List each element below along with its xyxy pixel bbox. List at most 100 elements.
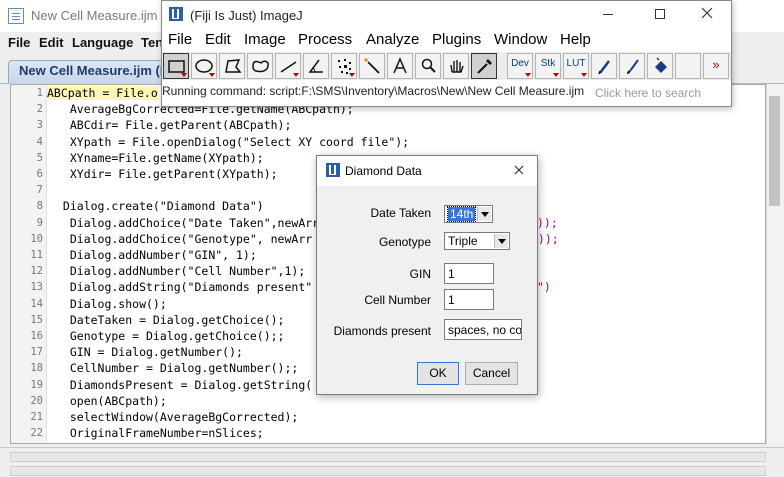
pencil-tool[interactable]	[591, 53, 617, 79]
chevron-down-icon	[477, 207, 491, 221]
code-line: CellNumber = Dialog.getNumber();;	[56, 361, 299, 376]
date-taken-value: 14th	[446, 206, 477, 222]
dev-menu-tool[interactable]: Dev	[507, 53, 533, 79]
line-number: 14	[30, 297, 43, 310]
flood-fill-tool[interactable]	[647, 53, 673, 79]
line-number: 3	[36, 119, 43, 132]
line-number: 8	[36, 200, 43, 213]
search-hint[interactable]: Click here to search	[595, 86, 701, 100]
menu-image[interactable]: Image	[244, 31, 286, 48]
oval-tool[interactable]	[191, 53, 217, 79]
menu-file[interactable]: File	[168, 31, 192, 48]
point-tool[interactable]	[331, 53, 357, 79]
code-line-tail: ")	[537, 280, 551, 295]
line-number: 11	[30, 249, 43, 261]
editor-menu-templates[interactable]: Ten	[141, 35, 163, 50]
rectangle-tool[interactable]	[163, 53, 189, 79]
cell-number-field[interactable]: 1	[444, 289, 494, 310]
horizontal-scrollbar[interactable]	[10, 452, 766, 462]
editor-menu-file[interactable]: File	[8, 35, 30, 50]
output-horizontal-scrollbar[interactable]	[10, 466, 766, 476]
dev-label: Dev	[511, 58, 529, 69]
date-taken-select[interactable]: 14th	[444, 205, 493, 223]
angle-tool[interactable]	[303, 53, 329, 79]
hand-icon	[450, 60, 464, 73]
ok-button[interactable]: OK	[417, 362, 459, 385]
line-number: 18	[30, 362, 43, 375]
polygon-icon	[225, 59, 242, 73]
code-line: Dialog.create("Diamond Data")	[56, 199, 264, 214]
color-picker-tool[interactable]	[471, 53, 497, 79]
code-line: XYname=File.getName(XYpath);	[56, 150, 264, 165]
line-number: 4	[36, 135, 43, 148]
code-line: Dialog.addNumber("GIN", 1);	[56, 248, 257, 262]
menu-edit[interactable]: Edit	[205, 31, 231, 48]
line-number: 21	[30, 411, 43, 423]
magnifier-tool[interactable]	[415, 53, 441, 79]
code-line: ABCdir= File.getParent(ABCpath);	[56, 118, 292, 133]
gin-field[interactable]: 1	[444, 263, 494, 284]
editor-menu-edit[interactable]: Edit	[39, 35, 64, 50]
diamonds-present-field[interactable]: spaces, no co	[444, 319, 522, 340]
code-line: selectWindow(AverageBgCorrected);	[56, 410, 299, 424]
dialog-title: Diamond Data	[345, 164, 422, 178]
menu-window[interactable]: Window	[494, 31, 547, 48]
code-line: OriginalFrameNumber=nSlices;	[56, 426, 264, 441]
magnifier-icon	[421, 58, 436, 73]
code-line: XYpath = File.openDialog("Select XY coor…	[56, 134, 410, 149]
line-number: 20	[30, 394, 43, 407]
more-tools-icon: »	[712, 57, 720, 72]
wand-tool[interactable]	[359, 53, 385, 79]
genotype-value: Triple	[448, 234, 478, 248]
menu-process[interactable]: Process	[298, 31, 352, 48]
editor-menu-language[interactable]: Language	[72, 35, 133, 50]
line-number: 12	[30, 265, 43, 278]
text-icon	[393, 57, 407, 74]
menu-help[interactable]: Help	[560, 31, 591, 48]
line-number: 22	[30, 427, 43, 440]
freehand-tool[interactable]	[247, 53, 273, 79]
menu-analyze[interactable]: Analyze	[366, 31, 419, 48]
gin-label: GIN	[409, 267, 431, 281]
diamonds-present-label: Diamonds present	[333, 324, 431, 338]
lut-menu-tool[interactable]: LUT	[563, 53, 589, 79]
maximize-icon[interactable]	[655, 9, 665, 19]
dialog-close-icon[interactable]	[512, 163, 526, 177]
chevron-down-icon	[494, 234, 508, 248]
line-number: 9	[36, 216, 43, 229]
editor-title: New Cell Measure.ijm (R	[31, 8, 175, 23]
stack-menu-tool[interactable]: Stk	[535, 53, 561, 79]
line-number: 6	[36, 168, 43, 180]
cancel-button[interactable]: Cancel	[465, 362, 518, 385]
code-line: open(ABCpath);	[56, 393, 167, 408]
editor-app-icon	[8, 8, 24, 24]
vertical-scrollbar-thumb[interactable]	[769, 96, 780, 206]
scroll-tool[interactable]	[443, 53, 469, 79]
lut-label: LUT	[566, 58, 586, 69]
line-tool[interactable]	[275, 53, 301, 79]
empty-tool-slot[interactable]	[675, 53, 701, 79]
code-line-tail: ));	[537, 215, 558, 230]
code-line: ABCpath = File.o	[47, 86, 158, 100]
polygon-tool[interactable]	[219, 53, 245, 79]
angle-icon	[308, 59, 323, 73]
text-tool[interactable]	[387, 53, 413, 79]
brush-tool[interactable]	[619, 53, 645, 79]
stk-label: Stk	[540, 58, 556, 69]
fiji-icon	[326, 163, 340, 177]
close-icon[interactable]	[700, 6, 714, 20]
code-line: GIN = Dialog.getNumber();	[56, 345, 243, 360]
menu-plugins[interactable]: Plugins	[432, 31, 481, 48]
line-number: 2	[36, 103, 43, 116]
code-line: Dialog.addChoice("Genotype", newArr	[56, 231, 313, 246]
genotype-select[interactable]: Triple	[444, 232, 510, 250]
cell-number-label: Cell Number	[364, 293, 431, 307]
line-number: 16	[30, 330, 43, 342]
code-line: Dialog.show();	[56, 296, 167, 311]
line-number: 17	[30, 346, 43, 359]
code-line: DiamondsPresent = Dialog.getString(	[56, 377, 313, 392]
code-line: Genotype = Dialog.getChoice();;	[56, 329, 285, 343]
pencil-icon	[598, 60, 610, 75]
more-tools-button[interactable]: »	[703, 53, 729, 79]
minimize-icon[interactable]	[603, 14, 613, 15]
